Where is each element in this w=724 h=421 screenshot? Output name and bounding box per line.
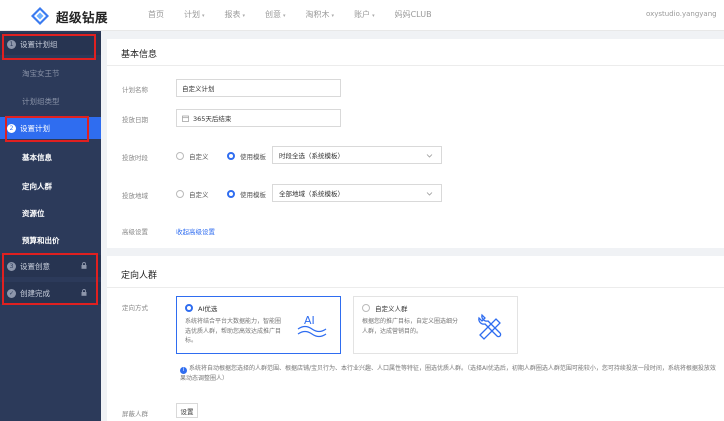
method-label: 定向方式 bbox=[122, 304, 148, 312]
shield-settings-button[interactable]: 设置 bbox=[176, 403, 198, 418]
option-title: AI优选 bbox=[185, 303, 217, 313]
sidebar-item-basic-info[interactable]: 基本信息 bbox=[22, 152, 52, 163]
top-bar: 超级钻展 首页 计划 ▾ 报表 ▾ 创意 ▾ 淘积木 ▾ 账户 ▾ 妈妈CLUB oxys… bbox=[0, 0, 724, 31]
sidebar-item-budget-bid[interactable]: 预算和出价 bbox=[22, 235, 60, 246]
nav-taojimu[interactable]: 淘积木 ▾ bbox=[306, 9, 335, 20]
chevron-down-icon: ▾ bbox=[331, 13, 335, 19]
calendar-icon bbox=[182, 115, 189, 122]
plan-name-input[interactable]: 自定义计划 bbox=[176, 79, 341, 97]
chevron-down-icon bbox=[426, 192, 433, 196]
time-label: 投放时段 bbox=[122, 154, 148, 162]
radio-label: 使用模板 bbox=[240, 153, 266, 161]
sidebar: 1 设置计划组 淘宝女王节 计划组类型 2 设置计划 基本信息 定向人群 资源位… bbox=[0, 31, 101, 421]
advanced-label: 高级设置 bbox=[122, 228, 148, 236]
svg-text:AI: AI bbox=[304, 314, 315, 327]
option-title: 自定义人群 bbox=[362, 303, 408, 313]
option-description: 根据您的推广目标，自定义圈选细分人群，达成营销目的。 bbox=[362, 318, 459, 335]
time-custom-radio[interactable]: 自定义 bbox=[176, 151, 209, 161]
ai-select-option[interactable]: AI优选 系统将结合平台大数据能力，智能圈选优质人群，帮助您高效达成推广目标。 … bbox=[176, 296, 341, 354]
divider bbox=[107, 287, 724, 288]
radio-checked-icon bbox=[227, 190, 235, 198]
chevron-down-icon: ▾ bbox=[242, 13, 246, 19]
wrench-pencil-icon bbox=[478, 313, 502, 340]
section-title: 基本信息 bbox=[121, 50, 158, 60]
audience-card: 定向人群 定向方式 AI优选 系统将结合平台大数据能力，智能圈选优质人群，帮助您… bbox=[107, 256, 724, 421]
radio-label: 自定义 bbox=[189, 153, 209, 161]
radio-label: 使用模板 bbox=[240, 191, 266, 199]
radio-icon bbox=[176, 152, 184, 160]
chevron-down-icon bbox=[426, 154, 433, 158]
option-description: 系统将结合平台大数据能力，智能圈选优质人群，帮助您高效达成推广目标。 bbox=[185, 318, 282, 344]
info-icon: i bbox=[180, 367, 187, 374]
select-value: 时段全选（系统模板） bbox=[279, 152, 344, 160]
nav-club[interactable]: 妈妈CLUB bbox=[395, 9, 432, 20]
nav-creative[interactable]: 创意 ▾ bbox=[265, 9, 286, 20]
option-title-text: 自定义人群 bbox=[375, 305, 408, 313]
radio-checked-icon bbox=[227, 152, 235, 160]
sidebar-item-festival[interactable]: 淘宝女王节 bbox=[22, 68, 60, 79]
user-name[interactable]: oxystudio.yangyang bbox=[646, 10, 722, 18]
sidebar-item-group-type[interactable]: 计划组类型 bbox=[22, 96, 60, 107]
radio-checked-icon bbox=[185, 304, 193, 312]
ai-notice: i 系统将自动根据您选择的人群范围、根据店铺/宝贝行为、本行业兴趣、人口属性等特征… bbox=[180, 364, 720, 384]
nav-account[interactable]: 账户 ▾ bbox=[354, 9, 375, 20]
option-title-text: AI优选 bbox=[198, 305, 218, 313]
collapse-advanced-link[interactable]: 收起高级设置 bbox=[176, 226, 215, 236]
date-value: 365天后结束 bbox=[193, 115, 232, 123]
notice-text: 系统将自动根据您选择的人群范围、根据店铺/宝贝行为、本行业兴趣、人口属性等特征，… bbox=[180, 365, 716, 382]
chevron-down-icon: ▾ bbox=[283, 13, 286, 19]
highlight-box bbox=[5, 116, 89, 142]
plan-name-label: 计划名称 bbox=[122, 86, 148, 94]
sidebar-item-audience[interactable]: 定向人群 bbox=[22, 181, 52, 192]
date-label: 投放日期 bbox=[122, 116, 148, 124]
region-label: 投放地域 bbox=[122, 192, 148, 200]
date-input[interactable]: 365天后结束 bbox=[176, 109, 341, 127]
logo-icon bbox=[31, 7, 49, 25]
time-template-select[interactable]: 时段全选（系统模板） bbox=[272, 146, 442, 164]
radio-icon bbox=[362, 304, 370, 312]
ai-icon: AI bbox=[297, 314, 327, 338]
highlight-box bbox=[2, 253, 98, 305]
region-custom-radio[interactable]: 自定义 bbox=[176, 189, 209, 199]
chevron-down-icon: ▾ bbox=[372, 13, 375, 19]
top-nav: 首页 计划 ▾ 报表 ▾ 创意 ▾ 淘积木 ▾ 账户 ▾ 妈妈CLUB bbox=[148, 9, 452, 20]
custom-audience-option[interactable]: 自定义人群 根据您的推广目标，自定义圈选细分人群，达成营销目的。 bbox=[353, 296, 518, 354]
highlight-box bbox=[2, 34, 96, 60]
logo-text: 超级钻展 bbox=[56, 9, 109, 25]
radio-icon bbox=[176, 190, 184, 198]
chevron-down-icon: ▾ bbox=[202, 13, 205, 19]
select-value: 全部地域（系统模板） bbox=[279, 190, 344, 198]
nav-plan[interactable]: 计划 ▾ bbox=[184, 9, 205, 20]
region-template-select[interactable]: 全部地域（系统模板） bbox=[272, 184, 442, 202]
logo[interactable]: 超级钻展 bbox=[30, 6, 108, 26]
time-template-radio[interactable]: 使用模板 bbox=[227, 151, 266, 161]
nav-report[interactable]: 报表 ▾ bbox=[225, 9, 246, 20]
divider bbox=[107, 65, 724, 66]
region-template-radio[interactable]: 使用模板 bbox=[227, 189, 266, 199]
nav-home[interactable]: 首页 bbox=[148, 9, 164, 20]
section-title: 定向人群 bbox=[121, 271, 158, 281]
radio-label: 自定义 bbox=[189, 191, 209, 199]
basic-info-card: 基本信息 计划名称 自定义计划 投放日期 365天后结束 投放时段 自定义 使用… bbox=[107, 39, 724, 248]
shield-label: 屏蔽人群 bbox=[122, 410, 148, 418]
sidebar-item-placement[interactable]: 资源位 bbox=[22, 208, 45, 219]
